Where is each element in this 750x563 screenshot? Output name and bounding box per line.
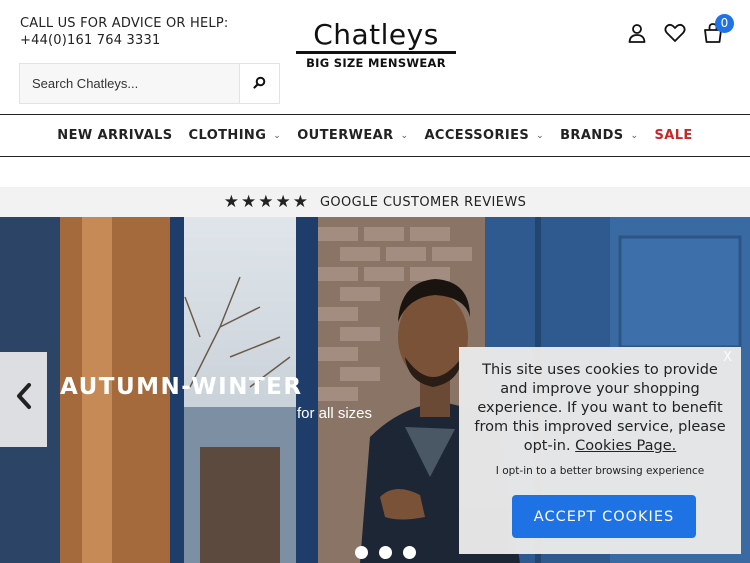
wishlist-button[interactable] <box>664 23 686 48</box>
hero-title: AUTUMN-WINTER <box>60 374 303 400</box>
site-logo[interactable]: Chatleys BIG SIZE MENSWEAR <box>296 20 456 70</box>
account-icon <box>627 23 647 48</box>
nav-label: ACCESSORIES <box>424 128 530 143</box>
nav-new-arrivals[interactable]: NEW ARRIVALS <box>49 128 180 143</box>
search-bar <box>19 63 280 104</box>
logo-tagline: BIG SIZE MENSWEAR <box>306 56 446 70</box>
nav-label: CLOTHING <box>188 128 267 143</box>
nav-sale[interactable]: SALE <box>647 128 701 143</box>
chevron-down-icon: ⌄ <box>630 130 639 141</box>
chevron-down-icon: ⌄ <box>273 130 282 141</box>
header-icons: 0 <box>626 14 734 48</box>
slider-dot[interactable] <box>403 546 416 559</box>
nav-accessories[interactable]: ACCESSORIES ⌄ <box>416 128 552 143</box>
nav-brands[interactable]: BRANDS ⌄ <box>552 128 646 143</box>
cookie-consent-popup: X This site uses cookies to provide and … <box>459 347 741 554</box>
cookies-page-link[interactable]: Cookies Page. <box>575 438 676 454</box>
search-button[interactable] <box>239 64 279 103</box>
chevron-left-icon <box>15 382 33 418</box>
logo-divider <box>296 51 456 54</box>
google-reviews-banner[interactable]: ★★★★★ GOOGLE CUSTOMER REVIEWS <box>0 187 750 217</box>
search-icon <box>253 76 266 92</box>
contact-info: CALL US FOR ADVICE OR HELP: +44(0)161 76… <box>20 15 228 49</box>
account-button[interactable] <box>626 23 648 48</box>
reviews-label: GOOGLE CUSTOMER REVIEWS <box>319 194 527 210</box>
nav-label: NEW ARRIVALS <box>57 128 173 143</box>
search-input[interactable] <box>20 64 239 103</box>
chevron-down-icon: ⌄ <box>536 130 545 141</box>
cart-count-badge: 0 <box>715 14 734 33</box>
cookie-optin-text: I opt-in to a better browsing experience <box>495 465 705 477</box>
phone-number[interactable]: +44(0)161 764 3331 <box>20 32 228 49</box>
nav-outerwear[interactable]: OUTERWEAR ⌄ <box>289 128 416 143</box>
hero-subtitle: for all sizes <box>297 405 373 422</box>
nav-clothing[interactable]: CLOTHING ⌄ <box>181 128 290 143</box>
slider-dot[interactable] <box>355 546 368 559</box>
cookie-message-block: This site uses cookies to provide and im… <box>469 361 731 456</box>
wishlist-heart-icon <box>664 23 686 48</box>
nav-label: BRANDS <box>560 128 624 143</box>
nav-label: OUTERWEAR <box>297 128 394 143</box>
rating-stars: ★★★★★ <box>223 192 310 212</box>
contact-heading: CALL US FOR ADVICE OR HELP: <box>20 16 229 31</box>
logo-wordmark: Chatleys <box>313 18 439 51</box>
nav-label: SALE <box>654 128 693 143</box>
cart-button[interactable]: 0 <box>702 14 734 46</box>
slider-dots <box>355 546 416 559</box>
accept-cookies-button[interactable]: ACCEPT COOKIES <box>512 495 696 538</box>
chevron-down-icon: ⌄ <box>400 130 409 141</box>
main-nav: NEW ARRIVALS CLOTHING ⌄ OUTERWEAR ⌄ ACCESS… <box>0 114 750 157</box>
slider-prev-button[interactable] <box>0 352 47 447</box>
slider-dot[interactable] <box>379 546 392 559</box>
